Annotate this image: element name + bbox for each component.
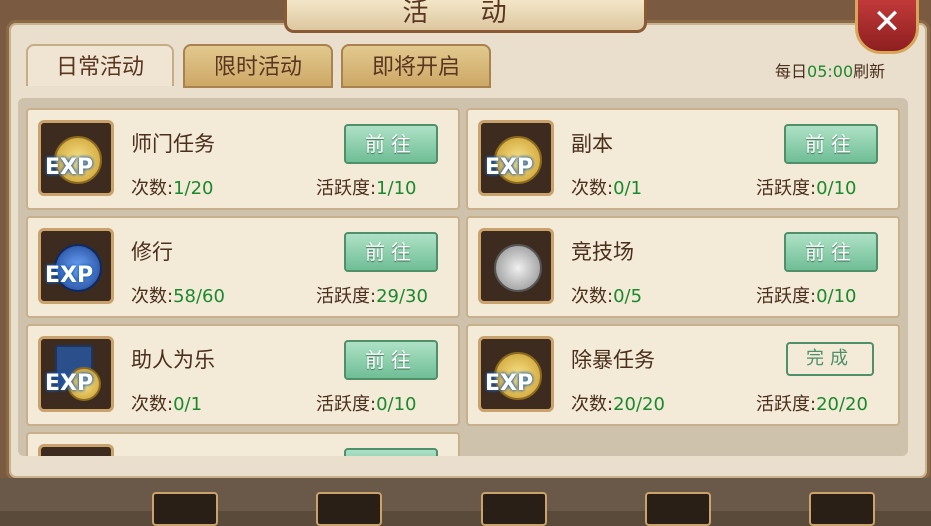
activity-count: 次数:58/60 [131, 286, 225, 307]
tab-limited-activities[interactable]: 限时活动 [183, 44, 333, 88]
bottom-item-slot[interactable] [316, 492, 382, 526]
title-bar: 活 动 [284, 0, 647, 33]
bottom-item-slot[interactable] [481, 492, 547, 526]
go-button[interactable]: 前往 [784, 124, 878, 164]
activity-card-bandit: EXP 除暴任务 次数:20/20 活跃度:20/20 完成 [466, 324, 900, 426]
bottom-item-slot[interactable] [152, 492, 218, 526]
refresh-info: 每日05:00刷新 [775, 62, 886, 81]
close-button[interactable]: ✕ [855, 0, 919, 54]
activity-count: 次数:0/1 [131, 394, 203, 415]
go-button[interactable]: 前往 [784, 232, 878, 272]
go-button[interactable]: 前往 [344, 232, 438, 272]
activity-list[interactable]: EXP 师门任务 次数:1/20 活跃度:1/10 前往 EXP 副本 次数:0… [18, 98, 908, 456]
crossed-swords-icon [478, 228, 554, 304]
activity-name: 师门任务 [131, 132, 215, 156]
activity-card-shimen: EXP 师门任务 次数:1/20 活跃度:1/10 前往 [26, 108, 460, 210]
activity-activeness: 活跃度:0/10 [316, 394, 417, 415]
activity-name: 竞技场 [571, 240, 634, 264]
bottom-item-slot[interactable] [645, 492, 711, 526]
activity-activeness: 活跃度:29/30 [316, 286, 428, 307]
window-title: 活 动 [402, 0, 529, 28]
activity-card-training: EXP 修行 次数:58/60 活跃度:29/30 前往 [26, 216, 460, 318]
activity-activeness: 活跃度:20/20 [756, 394, 868, 415]
tab-upcoming-activities[interactable]: 即将开启 [341, 44, 491, 88]
go-button[interactable]: 前往 [344, 124, 438, 164]
close-icon: ✕ [872, 2, 902, 42]
bottom-bar [0, 478, 931, 511]
exp-yin-yang-icon: EXP [478, 120, 554, 196]
activity-card-partial [26, 432, 460, 456]
activity-name: 修行 [131, 240, 173, 264]
activity-card-arena: 竞技场 次数:0/5 活跃度:0/10 前往 [466, 216, 900, 318]
activity-icon [38, 444, 114, 456]
activity-card-helping: EXP 助人为乐 次数:0/1 活跃度:0/10 前往 [26, 324, 460, 426]
go-button[interactable]: 前往 [344, 340, 438, 380]
activity-activeness: 活跃度:0/10 [756, 286, 857, 307]
activity-name: 副本 [571, 132, 613, 156]
activity-name: 除暴任务 [571, 348, 655, 372]
activity-card-dungeon: EXP 副本 次数:0/1 活跃度:0/10 前往 [466, 108, 900, 210]
exp-yin-yang-icon: EXP [478, 336, 554, 412]
activity-activeness: 活跃度:0/10 [756, 178, 857, 199]
activity-name: 助人为乐 [131, 348, 215, 372]
activity-count: 次数:0/5 [571, 286, 643, 307]
completed-button: 完成 [786, 342, 874, 376]
activity-activeness: 活跃度:1/10 [316, 178, 417, 199]
exp-coin-icon: EXP [38, 120, 114, 196]
exp-orb-icon: EXP [38, 228, 114, 304]
go-button[interactable] [344, 448, 438, 456]
activity-count: 次数:0/1 [571, 178, 643, 199]
activity-count: 次数:1/20 [131, 178, 214, 199]
exp-book-icon: EXP [38, 336, 114, 412]
tab-daily-activities[interactable]: 日常活动 [26, 44, 174, 86]
bottom-item-slot[interactable] [809, 492, 875, 526]
activity-count: 次数:20/20 [571, 394, 665, 415]
